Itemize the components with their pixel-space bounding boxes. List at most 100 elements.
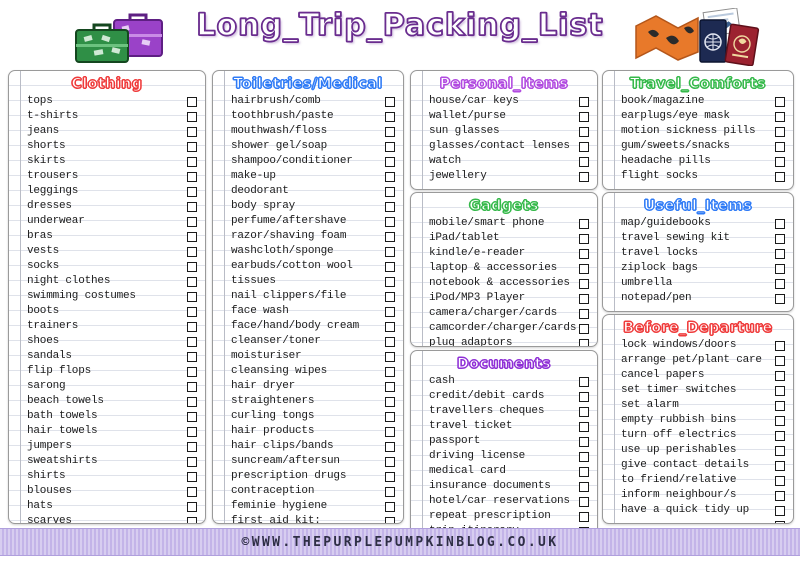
- checkbox[interactable]: [579, 111, 589, 122]
- list-item[interactable]: wallet/purse: [411, 109, 597, 124]
- checkbox[interactable]: [775, 370, 785, 381]
- checkbox[interactable]: [187, 306, 197, 317]
- checkbox[interactable]: [385, 141, 395, 152]
- checkbox[interactable]: [775, 293, 785, 304]
- list-item[interactable]: cash: [411, 374, 597, 389]
- checkbox[interactable]: [775, 156, 785, 167]
- checkbox[interactable]: [579, 171, 589, 182]
- list-item[interactable]: house/car keys: [411, 94, 597, 109]
- checkbox[interactable]: [187, 261, 197, 272]
- checkbox[interactable]: [579, 293, 589, 304]
- checkbox[interactable]: [187, 501, 197, 512]
- list-item[interactable]: beach towels: [9, 394, 205, 409]
- checkbox[interactable]: [775, 126, 785, 137]
- checkbox[interactable]: [187, 426, 197, 437]
- list-item[interactable]: face/hand/body cream: [213, 319, 403, 334]
- list-item[interactable]: ziplock bags: [603, 261, 793, 276]
- checkbox[interactable]: [775, 385, 785, 396]
- list-item[interactable]: have a quick tidy up: [603, 503, 793, 518]
- checkbox[interactable]: [385, 366, 395, 377]
- list-item[interactable]: glasses/contact lenses: [411, 139, 597, 154]
- list-item[interactable]: blouses: [9, 484, 205, 499]
- list-item[interactable]: curling tongs: [213, 409, 403, 424]
- list-item[interactable]: prescription drugs: [213, 469, 403, 484]
- list-item[interactable]: boots: [9, 304, 205, 319]
- list-item[interactable]: cancel papers: [603, 368, 793, 383]
- checkbox[interactable]: [579, 391, 589, 402]
- list-item[interactable]: sandals: [9, 349, 205, 364]
- checkbox[interactable]: [187, 321, 197, 332]
- list-item[interactable]: map/guidebooks: [603, 216, 793, 231]
- list-item[interactable]: set alarm: [603, 398, 793, 413]
- checkbox[interactable]: [385, 111, 395, 122]
- list-item[interactable]: laptop & accessories: [411, 261, 597, 276]
- checkbox[interactable]: [579, 323, 589, 334]
- checkbox[interactable]: [579, 218, 589, 229]
- list-item[interactable]: to friend/relative: [603, 473, 793, 488]
- list-item[interactable]: socks: [9, 259, 205, 274]
- checkbox[interactable]: [775, 218, 785, 229]
- checkbox[interactable]: [385, 156, 395, 167]
- list-item[interactable]: sun glasses: [411, 124, 597, 139]
- checkbox[interactable]: [775, 111, 785, 122]
- checkbox[interactable]: [385, 456, 395, 467]
- checkbox[interactable]: [775, 233, 785, 244]
- checkbox[interactable]: [187, 231, 197, 242]
- checkbox[interactable]: [579, 233, 589, 244]
- checkbox[interactable]: [385, 231, 395, 242]
- list-item[interactable]: leggings: [9, 184, 205, 199]
- checkbox[interactable]: [187, 186, 197, 197]
- checkbox[interactable]: [579, 96, 589, 107]
- list-item[interactable]: vests: [9, 244, 205, 259]
- list-item[interactable]: skirts: [9, 154, 205, 169]
- checkbox[interactable]: [385, 396, 395, 407]
- list-item[interactable]: empty rubbish bins: [603, 413, 793, 428]
- list-item[interactable]: notepad/pen: [603, 291, 793, 306]
- checkbox[interactable]: [579, 511, 589, 522]
- list-item[interactable]: shirts: [9, 469, 205, 484]
- checkbox[interactable]: [579, 248, 589, 259]
- checkbox[interactable]: [579, 308, 589, 319]
- checkbox[interactable]: [187, 336, 197, 347]
- checkbox[interactable]: [579, 338, 589, 346]
- list-item[interactable]: bras: [9, 229, 205, 244]
- list-item[interactable]: travellers cheques: [411, 404, 597, 419]
- list-item[interactable]: cleanser/toner: [213, 334, 403, 349]
- list-item[interactable]: face wash: [213, 304, 403, 319]
- list-item[interactable]: watch: [411, 154, 597, 169]
- list-item[interactable]: mobile/smart phone: [411, 216, 597, 231]
- list-item[interactable]: credit/debit cards: [411, 389, 597, 404]
- checkbox[interactable]: [775, 278, 785, 289]
- checkbox[interactable]: [385, 501, 395, 512]
- list-item[interactable]: earbuds/cotton wool: [213, 259, 403, 274]
- list-item[interactable]: make-up: [213, 169, 403, 184]
- checkbox[interactable]: [775, 505, 785, 516]
- checkbox[interactable]: [579, 406, 589, 417]
- list-item[interactable]: hats: [9, 499, 205, 514]
- checkbox[interactable]: [385, 426, 395, 437]
- checkbox[interactable]: [579, 126, 589, 137]
- list-item[interactable]: first aid kit:: [213, 514, 403, 523]
- checkbox[interactable]: [579, 421, 589, 432]
- list-item[interactable]: hair clips/bands: [213, 439, 403, 454]
- list-item[interactable]: bath towels: [9, 409, 205, 424]
- checkbox[interactable]: [187, 381, 197, 392]
- list-item[interactable]: driving license: [411, 449, 597, 464]
- checkbox[interactable]: [385, 471, 395, 482]
- list-item[interactable]: flip flops: [9, 364, 205, 379]
- checkbox[interactable]: [775, 96, 785, 107]
- checkbox[interactable]: [385, 96, 395, 107]
- checkbox[interactable]: [385, 411, 395, 422]
- checkbox[interactable]: [187, 471, 197, 482]
- list-item[interactable]: iPod/MP3 Player: [411, 291, 597, 306]
- list-item[interactable]: sweatshirts: [9, 454, 205, 469]
- checkbox[interactable]: [385, 351, 395, 362]
- checkbox[interactable]: [775, 355, 785, 366]
- list-item[interactable]: body spray: [213, 199, 403, 214]
- checkbox[interactable]: [385, 291, 395, 302]
- list-item[interactable]: moisturiser: [213, 349, 403, 364]
- list-item[interactable]: toothbrush/paste: [213, 109, 403, 124]
- checkbox[interactable]: [385, 216, 395, 227]
- list-item[interactable]: passport: [411, 434, 597, 449]
- checkbox[interactable]: [385, 246, 395, 257]
